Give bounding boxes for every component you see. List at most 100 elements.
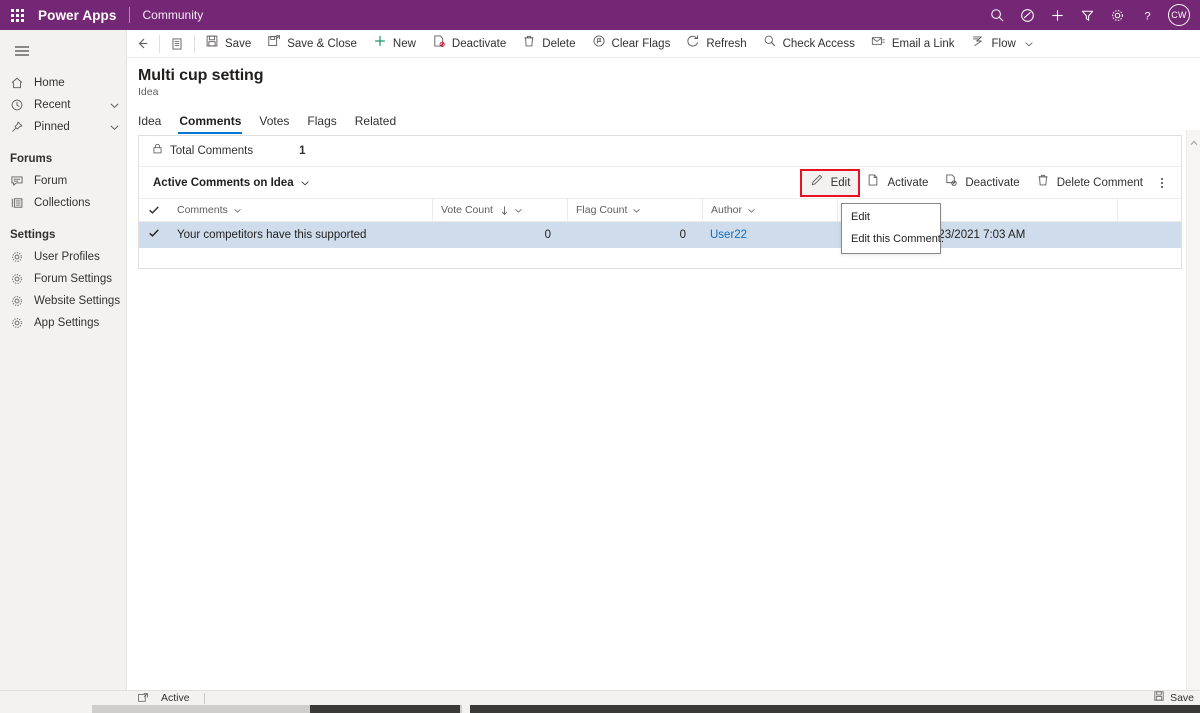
checkmark-icon[interactable] — [148, 229, 160, 242]
delete-label: Delete — [542, 37, 576, 50]
save-close-icon — [267, 34, 281, 53]
save-button[interactable]: Save — [197, 30, 259, 58]
new-button[interactable]: New — [365, 30, 424, 58]
sidebar-item-forum[interactable]: Forum — [0, 170, 126, 192]
hamburger-icon[interactable] — [0, 34, 44, 68]
collections-icon — [10, 196, 28, 210]
sidebar-item-pinned[interactable]: Pinned — [0, 116, 126, 138]
page-title: Multi cup setting — [138, 67, 264, 84]
column-header-flag-count[interactable]: Flag Count — [567, 198, 702, 222]
filter-icon[interactable] — [1072, 0, 1102, 30]
tab-idea[interactable]: Idea — [138, 114, 170, 134]
delete-comment-button[interactable]: Delete Comment — [1028, 171, 1151, 195]
chevron-down-icon[interactable] — [627, 206, 641, 215]
search-icon[interactable] — [982, 0, 1012, 30]
new-label: New — [392, 37, 416, 50]
sidebar-item-label: Forum — [34, 175, 68, 187]
row-checkbox[interactable] — [139, 222, 169, 248]
chevron-down-icon[interactable] — [109, 100, 120, 111]
deactivate-icon — [432, 34, 446, 53]
sidebar-item-website-settings[interactable]: Website Settings — [0, 290, 126, 312]
column-header-comments[interactable]: Comments — [169, 198, 432, 222]
lock-icon — [151, 142, 164, 160]
deactivate-button[interactable]: Deactivate — [424, 30, 514, 58]
app-launcher-icon[interactable] — [0, 0, 34, 30]
column-header-author[interactable]: Author — [702, 198, 837, 222]
overflow-menu-icon[interactable] — [1151, 171, 1173, 195]
select-all-header[interactable] — [139, 198, 169, 222]
avatar[interactable]: CW — [1168, 4, 1190, 26]
chevron-down-icon[interactable] — [742, 206, 756, 215]
help-icon[interactable]: ? — [1132, 0, 1162, 30]
chevron-down-icon[interactable] — [294, 178, 310, 188]
horizontal-scrollbar[interactable] — [0, 705, 1200, 713]
edit-button[interactable]: Edit — [799, 168, 861, 197]
back-button[interactable] — [127, 30, 157, 58]
save-and-close-button[interactable]: Save & Close — [259, 30, 365, 58]
flow-button[interactable]: Flow — [962, 30, 1041, 58]
cell-author[interactable]: User22 — [702, 222, 837, 248]
check-access-label: Check Access — [782, 37, 855, 50]
tab-comments[interactable]: Comments — [170, 114, 250, 134]
activate-label: Activate — [887, 176, 929, 189]
activate-button[interactable]: Activate — [858, 171, 936, 195]
flow-label: Flow — [991, 37, 1016, 50]
sidebar-item-user-profiles[interactable]: User Profiles — [0, 246, 126, 268]
pin-icon — [10, 120, 28, 134]
tooltip-description: Edit this Comment. — [851, 233, 944, 245]
sort-descending-icon — [493, 205, 509, 216]
gear-icon — [10, 250, 28, 264]
email-a-link-label: Email a Link — [891, 37, 955, 50]
clear-flags-icon — [592, 34, 606, 53]
vertical-scrollbar[interactable] — [1186, 130, 1200, 690]
sidebar-item-home[interactable]: Home — [0, 72, 126, 94]
sidebar-item-label: Collections — [34, 197, 91, 209]
chevron-down-icon[interactable] — [1016, 39, 1034, 49]
table-row[interactable]: Your competitors have this supported 0 0… — [139, 221, 1181, 248]
svg-text:?: ? — [1144, 10, 1150, 22]
column-label: Flag Count — [576, 204, 628, 216]
gear-icon[interactable] — [1102, 0, 1132, 30]
sidebar-item-collections[interactable]: Collections — [0, 192, 126, 214]
email-a-link-button[interactable]: Email a Link — [863, 30, 963, 58]
chevron-down-icon[interactable] — [228, 206, 242, 215]
refresh-button[interactable]: Refresh — [678, 30, 754, 58]
sidebar-item-app-settings[interactable]: App Settings — [0, 312, 126, 334]
status-bar: Active Save — [127, 690, 1200, 705]
total-comments-row: Total Comments 1 — [139, 136, 1181, 167]
trash-icon — [1036, 173, 1050, 192]
scroll-up-icon[interactable] — [1190, 130, 1198, 151]
checkmark-icon[interactable] — [139, 199, 169, 221]
clear-flags-button[interactable]: Clear Flags — [584, 30, 679, 58]
brand-name[interactable]: Power Apps — [34, 8, 129, 23]
tab-votes[interactable]: Votes — [250, 114, 298, 134]
sidebar-item-forum-settings[interactable]: Forum Settings — [0, 268, 126, 290]
delete-button[interactable]: Delete — [514, 30, 583, 58]
form-selector-button[interactable] — [162, 30, 192, 58]
deactivate-label: Deactivate — [451, 37, 507, 50]
view-selector[interactable]: Active Comments on Idea — [153, 177, 310, 189]
deactivate-button[interactable]: Deactivate — [936, 171, 1027, 195]
chevron-down-icon[interactable] — [109, 122, 120, 133]
tab-related[interactable]: Related — [346, 114, 405, 134]
flow-icon — [970, 34, 985, 53]
plus-icon[interactable] — [1042, 0, 1072, 30]
refresh-icon — [686, 34, 700, 53]
sidebar-item-recent[interactable]: Recent — [0, 94, 126, 116]
column-header-vote-count[interactable]: Vote Count — [432, 198, 567, 222]
cell-comment[interactable]: Your competitors have this supported — [169, 222, 432, 248]
column-label: Author — [711, 204, 742, 216]
deactivate-icon — [944, 173, 958, 192]
cell-flag-count: 0 — [679, 228, 686, 241]
grid-commands: Edit Activate Deactivate Delete Comment — [799, 168, 1173, 197]
sidebar-item-label: App Settings — [34, 317, 100, 329]
chevron-down-icon[interactable] — [509, 206, 523, 215]
sidebar-item-label: Home — [34, 77, 65, 89]
edit-tooltip: Edit Edit this Comment. — [841, 203, 944, 254]
environment-name[interactable]: Community — [130, 8, 204, 22]
horizontal-scrollbar-thumb[interactable] — [310, 705, 460, 713]
check-access-button[interactable]: Check Access — [755, 30, 863, 58]
tab-flags[interactable]: Flags — [298, 114, 345, 134]
status-save-label: Save — [1170, 692, 1194, 704]
environment-icon[interactable] — [1012, 0, 1042, 30]
